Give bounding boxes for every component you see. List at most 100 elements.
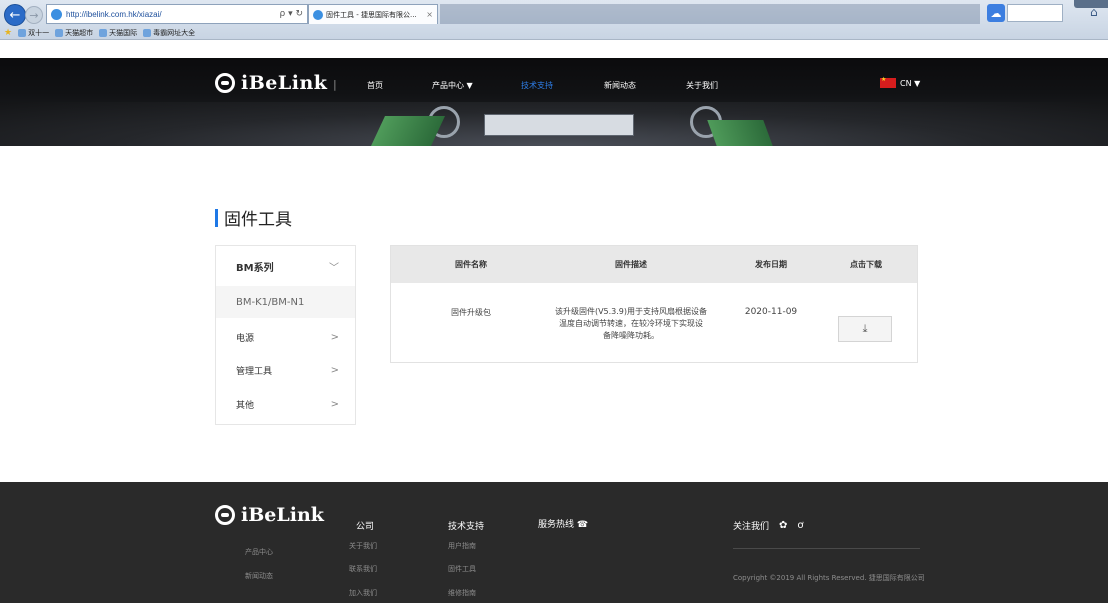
extension-search-box[interactable]: [1007, 4, 1063, 22]
footer-link-user-guide[interactable]: 用户指南: [448, 541, 476, 551]
chevron-right-icon: >: [330, 364, 339, 376]
nav-support[interactable]: 技术支持: [521, 80, 553, 91]
column-header-description: 固件描述: [615, 260, 647, 269]
wechat-icon[interactable]: ✿: [779, 520, 787, 531]
favorite-link[interactable]: 天猫超市: [55, 28, 93, 38]
menu-item-management-tools[interactable]: 管理工具 >: [216, 354, 355, 386]
footer-logo-text: iBeLink: [241, 504, 324, 526]
description-line: 该升级固件(V5.3.9)用于支持风扇根据设备: [554, 307, 708, 316]
tab-title: 固件工具 - 捷思国际有限公...: [326, 10, 417, 19]
copyright-text: Copyright ©2019 All Rights Reserved. 捷思国…: [733, 574, 925, 582]
footer-heading-hotline: 服务热线 ☎: [538, 520, 589, 530]
menu-item-bm-series[interactable]: BM系列 ﹀: [216, 250, 355, 282]
favorite-page-icon: [143, 29, 152, 37]
hero-banner-image: [0, 102, 1108, 146]
site-footer: iBeLink 产品中心 新闻动态 公司 关于我们 联系我们 加入我们 技术支持…: [0, 482, 1108, 603]
footer-link-firmware[interactable]: 固件工具: [448, 564, 476, 574]
menu-item-label: 其他: [236, 400, 255, 411]
footer-link-join[interactable]: 加入我们: [349, 588, 377, 598]
footer-link-repair[interactable]: 维修指南: [448, 588, 476, 598]
favorite-page-icon: [99, 29, 108, 37]
tab-close-icon[interactable]: ×: [426, 10, 433, 19]
logo-icon: [215, 73, 235, 93]
hero-chip: [484, 114, 634, 136]
footer-divider: [733, 548, 920, 549]
tab-strip: [440, 4, 980, 24]
home-icon[interactable]: ⌂: [1090, 5, 1098, 19]
category-menu: BM系列 ﹀ BM-K1/BM-N1 电源 > 管理工具 > 其他 >: [215, 245, 356, 425]
browser-tab[interactable]: 固件工具 - 捷思国际有限公... ×: [308, 4, 438, 24]
release-date: 2020-11-09: [744, 307, 798, 317]
address-url[interactable]: http://ibelink.com.hk/xiazai/: [66, 10, 280, 19]
favorite-link[interactable]: 毒霸网址大全: [143, 28, 195, 38]
column-header-download: 点击下载: [850, 260, 882, 269]
back-button[interactable]: ←: [4, 4, 26, 26]
favorite-page-icon: [18, 29, 27, 37]
firmware-name: 固件升级包: [451, 308, 491, 317]
favorite-label: 双十一: [28, 29, 50, 37]
firmware-description: 该升级固件(V5.3.9)用于支持风扇根据设备 温度自动调节转速，在较冷环境下实…: [531, 306, 731, 342]
table-header-row: 固件名称 固件描述 发布日期 点击下载: [391, 246, 917, 283]
logo-text: iBeLink: [241, 72, 328, 94]
browser-toolbar: ← → http://ibelink.com.hk/xiazai/ ρ ▾ ↻ …: [0, 0, 1108, 40]
forward-button[interactable]: →: [25, 6, 43, 24]
page-title: 固件工具: [215, 205, 292, 230]
menu-item-power[interactable]: 电源 >: [216, 321, 355, 353]
china-flag-icon: [880, 76, 896, 88]
favorites-bar: ★ 双十一 天猫超市 天猫国际 毒霸网址大全: [0, 26, 1108, 40]
description-line: 温度自动调节转速，在较冷环境下实现设: [559, 319, 703, 328]
hero-heatsink-left: [371, 116, 445, 146]
description-line: 备降噪降功耗。: [603, 331, 659, 340]
language-label: CN ▼: [900, 78, 921, 88]
site-header: iBeLink | 首页 产品中心 ▼ 技术支持 新闻动态 关于我们 CN ▼: [0, 58, 1108, 146]
favorites-star-icon[interactable]: ★: [4, 28, 12, 38]
column-header-date: 发布日期: [755, 260, 787, 269]
favorite-link[interactable]: 双十一: [18, 28, 49, 38]
footer-link-contact[interactable]: 联系我们: [349, 564, 377, 574]
forward-arrow-icon: →: [29, 8, 39, 22]
nav-home[interactable]: 首页: [367, 80, 383, 91]
ie-page-icon: [51, 8, 62, 20]
menu-item-label: 电源: [236, 333, 255, 344]
logo-icon: [215, 505, 235, 525]
menu-item-other[interactable]: 其他 >: [216, 388, 355, 420]
chevron-right-icon: >: [330, 398, 339, 410]
site-logo[interactable]: iBeLink: [215, 72, 327, 94]
weibo-icon[interactable]: ơ: [797, 520, 803, 531]
back-arrow-icon: ←: [9, 7, 21, 23]
nav-news[interactable]: 新闻动态: [604, 80, 636, 91]
nav-divider: |: [333, 78, 337, 91]
menu-item-label: BM系列: [236, 262, 274, 274]
language-selector[interactable]: CN ▼: [880, 76, 921, 88]
download-icon: ⤓: [862, 322, 868, 335]
chevron-down-icon: ﹀: [329, 262, 339, 274]
menu-item-label: 管理工具: [236, 366, 273, 377]
footer-heading-company: 公司: [356, 522, 375, 532]
cloud-glyph: ☁: [990, 6, 1002, 20]
favorite-label: 毒霸网址大全: [153, 29, 196, 37]
footer-logo[interactable]: iBeLink: [215, 504, 324, 526]
favorite-label: 天猫国际: [109, 29, 138, 37]
favorite-label: 天猫超市: [65, 29, 94, 37]
nav-about[interactable]: 关于我们: [686, 80, 718, 91]
address-bar[interactable]: http://ibelink.com.hk/xiazai/ ρ ▾ ↻: [46, 4, 308, 24]
title-accent-bar: [215, 208, 218, 227]
favorite-link[interactable]: 天猫国际: [99, 28, 137, 38]
menu-item-label: BM-K1/BM-N1: [236, 296, 305, 308]
cloud-extension-icon[interactable]: ☁: [987, 4, 1005, 22]
tab-favicon-icon: [313, 9, 323, 20]
column-header-name: 固件名称: [455, 260, 487, 269]
favorite-page-icon: [55, 29, 64, 37]
footer-link-news[interactable]: 新闻动态: [245, 571, 273, 581]
hero-heatsink-right: [707, 120, 773, 146]
download-button[interactable]: ⤓: [838, 316, 892, 342]
footer-heading-support: 技术支持: [448, 522, 485, 532]
footer-link-about[interactable]: 关于我们: [349, 541, 377, 551]
firmware-table: 固件名称 固件描述 发布日期 点击下载 固件升级包 该升级固件(V5.3.9)用…: [390, 245, 918, 363]
chevron-right-icon: >: [330, 331, 339, 343]
follow-us: 关注我们 ✿ ơ: [733, 519, 804, 532]
address-tools[interactable]: ρ ▾ ↻: [280, 9, 308, 19]
nav-products[interactable]: 产品中心 ▼: [432, 80, 473, 91]
footer-link-products[interactable]: 产品中心: [245, 547, 273, 557]
menu-item-bm-k1-n1[interactable]: BM-K1/BM-N1: [216, 286, 355, 318]
